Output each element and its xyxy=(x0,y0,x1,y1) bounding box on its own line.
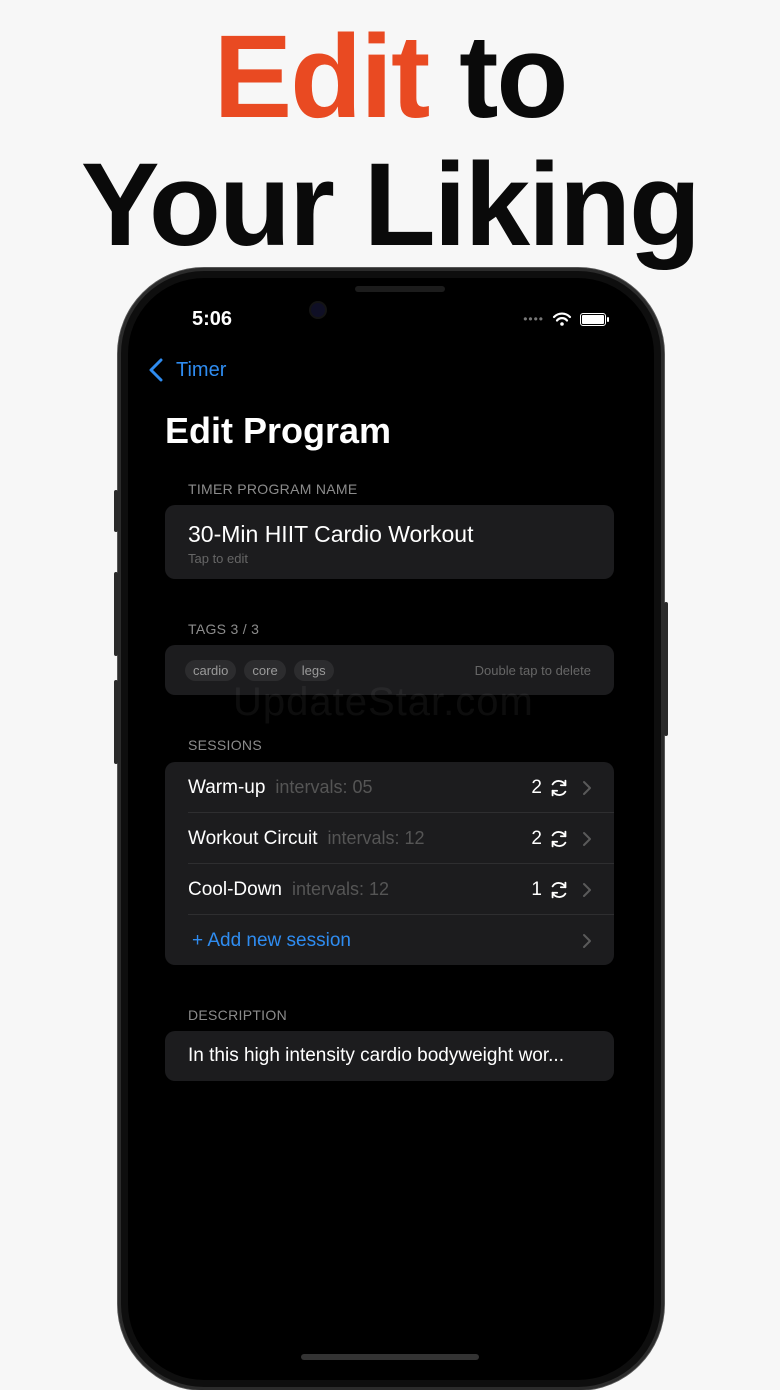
session-intervals: intervals: 12 xyxy=(327,828,425,848)
session-name: Warm-up xyxy=(188,776,266,798)
phone-screen: 5:06 •••• Timer Edit Program TIMER PROGR… xyxy=(128,278,654,1380)
session-repeat-count: 2 xyxy=(531,776,542,798)
program-name-hint: Tap to edit xyxy=(188,551,248,566)
headline-rest: to xyxy=(428,11,568,143)
chevron-right-icon xyxy=(583,933,591,948)
battery-icon xyxy=(580,312,609,326)
session-intervals: intervals: 05 xyxy=(275,777,373,797)
home-indicator[interactable] xyxy=(301,1354,479,1360)
add-session-button[interactable]: + Add new session xyxy=(188,915,614,966)
add-session-label: + Add new session xyxy=(192,929,351,951)
front-camera xyxy=(311,303,325,317)
action-button xyxy=(114,490,118,532)
session-repeat-count: 2 xyxy=(531,827,542,849)
tags-section-label: TAGS 3 / 3 xyxy=(188,621,260,637)
session-name: Cool-Down xyxy=(188,878,282,900)
program-name-field[interactable]: 30-Min HIIT Cardio Workout Tap to edit xyxy=(165,505,614,579)
volume-up-button xyxy=(114,572,118,656)
session-row[interactable]: Warm-up intervals: 05 2 xyxy=(188,762,614,813)
session-intervals: intervals: 12 xyxy=(291,879,390,899)
signal-dots: •••• xyxy=(523,312,544,326)
chevron-right-icon xyxy=(583,780,591,795)
headline-line-2: Your Liking xyxy=(80,139,701,271)
tag-chip[interactable]: core xyxy=(244,659,286,681)
back-button[interactable]: Timer xyxy=(148,358,226,382)
session-name: Workout Circuit xyxy=(188,827,318,849)
chevron-left-icon xyxy=(149,358,163,382)
back-label: Timer xyxy=(176,358,227,381)
program-name-section-label: TIMER PROGRAM NAME xyxy=(188,481,358,497)
program-name-value: 30-Min HIIT Cardio Workout xyxy=(188,521,474,547)
headline-line-1: Edit to xyxy=(0,14,780,140)
tags-hint: Double tap to delete xyxy=(474,662,591,678)
status-icons: •••• xyxy=(523,312,609,326)
repeat-cycle-icon xyxy=(551,830,567,847)
headline: Edit to Your Liking xyxy=(0,14,780,270)
wifi-icon xyxy=(552,312,572,326)
session-row[interactable]: Workout Circuit intervals: 12 2 xyxy=(188,813,614,864)
description-value: In this high intensity cardio bodyweight… xyxy=(188,1045,564,1066)
chevron-right-icon xyxy=(583,882,591,897)
sessions-section-label: SESSIONS xyxy=(188,737,262,753)
power-button xyxy=(664,602,668,736)
phone-frame: 5:06 •••• Timer Edit Program TIMER PROGR… xyxy=(114,268,668,1390)
sessions-list: Warm-up intervals: 05 2 Workout Circuit … xyxy=(165,762,614,965)
headline-accent: Edit xyxy=(213,11,430,143)
description-section-label: DESCRIPTION xyxy=(188,1007,287,1023)
volume-down-button xyxy=(114,680,118,764)
status-time: 5:06 xyxy=(192,308,233,330)
speaker-grille xyxy=(355,286,445,292)
session-row[interactable]: Cool-Down intervals: 12 1 xyxy=(188,864,614,915)
session-repeat-count: 1 xyxy=(531,878,542,900)
watermark: UpdateStar.com xyxy=(233,680,534,724)
repeat-cycle-icon xyxy=(551,881,567,898)
repeat-cycle-icon xyxy=(551,779,567,796)
page-title: Edit Program xyxy=(165,410,392,451)
description-field[interactable]: In this high intensity cardio bodyweight… xyxy=(165,1031,614,1081)
tag-chip[interactable]: cardio xyxy=(185,659,237,681)
chevron-right-icon xyxy=(583,831,591,846)
tag-chip[interactable]: legs xyxy=(293,659,334,681)
